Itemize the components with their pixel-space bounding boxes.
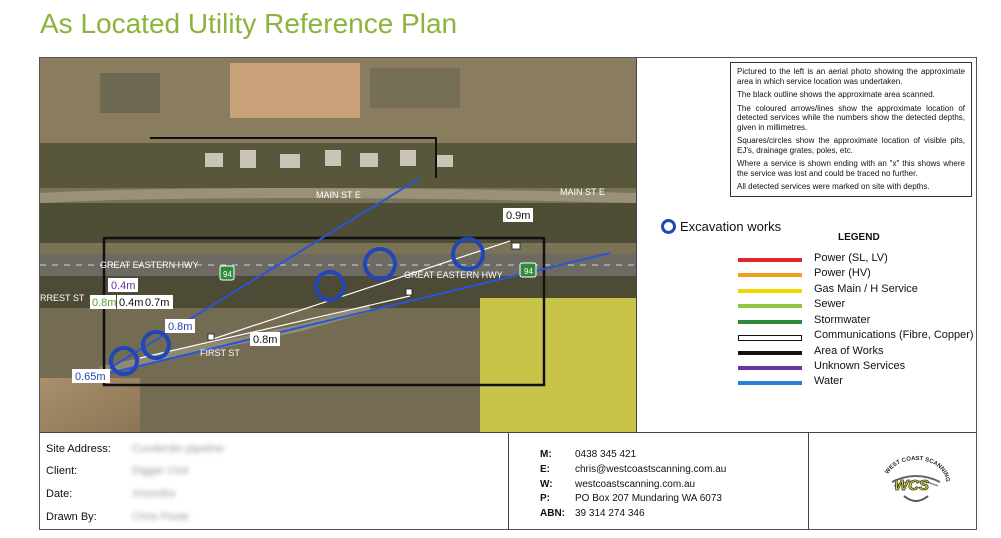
legend-label: Area of Works	[814, 345, 884, 357]
client-label: Client:	[46, 465, 78, 477]
legend-item-power-hv: Power (HV)	[738, 267, 871, 279]
logo-text: WCS	[894, 477, 929, 494]
mobile-label: M:	[540, 449, 552, 460]
date-value: Xmonths	[132, 488, 176, 500]
legend-swatch	[738, 381, 802, 385]
abn-label: ABN:	[540, 508, 565, 519]
street-label-main-st-1: MAIN ST E	[316, 190, 361, 200]
excavation-legend: Excavation works	[661, 219, 781, 234]
divider	[808, 433, 809, 530]
postal-value: PO Box 207 Mundaring WA 6073	[575, 493, 722, 504]
site-address-label: Site Address:	[46, 443, 111, 455]
depth-label-0.8-blue: 0.8m	[165, 319, 195, 333]
abn-value: 39 314 274 346	[575, 508, 645, 519]
web-value[interactable]: westcoastscanning.com.au	[575, 479, 695, 490]
legend-label: Sewer	[814, 298, 846, 310]
street-label-first-st: FIRST ST	[200, 348, 240, 358]
legend-item-unknown: Unknown Services	[738, 360, 905, 372]
legend-swatch	[738, 273, 802, 277]
svg-text:0.4m: 0.4m	[119, 297, 143, 309]
note-5: Where a service is shown ending with an …	[737, 159, 965, 178]
depth-label-0.65: 0.65m	[72, 369, 110, 383]
legend-swatch	[738, 351, 802, 355]
note-4: Squares/circles show the approximate loc…	[737, 136, 965, 155]
note-3: The coloured arrows/lines show the appro…	[737, 103, 965, 132]
depth-label-0.4-purple: 0.4m	[108, 278, 138, 292]
legend-label: Unknown Services	[814, 360, 906, 372]
legend-item-communications: Communications (Fibre, Copper)	[738, 329, 974, 341]
email-value[interactable]: chris@westcoastscanning.com.au	[575, 464, 726, 475]
street-label-great-eastern-2: GREAT EASTERN HWY	[404, 270, 503, 280]
canola-field	[480, 298, 636, 432]
depth-label-0.7: 0.7m	[143, 295, 173, 309]
svg-text:94: 94	[223, 270, 232, 279]
depth-label-0.8-green: 0.8m	[90, 295, 116, 309]
client-value: Digger Civil	[132, 465, 189, 477]
street-label-main-st-2: MAIN ST E	[560, 187, 605, 197]
legend-label: Gas Main / H Service	[814, 283, 918, 295]
legend-swatch	[738, 289, 802, 293]
legend-swatch	[738, 304, 802, 308]
legend-swatch	[738, 335, 802, 341]
email-label: E:	[540, 464, 550, 475]
legend-swatch	[738, 320, 802, 324]
mobile-value[interactable]: 0438 345 421	[575, 449, 636, 460]
depth-label-0.9: 0.9m	[503, 208, 533, 222]
legend-label: Power (HV)	[814, 267, 871, 279]
legend-item-gas: Gas Main / H Service	[738, 283, 918, 295]
legend-swatch	[738, 366, 802, 370]
page-title: As Located Utility Reference Plan	[40, 8, 458, 39]
legend-item-area-of-works: Area of Works	[738, 345, 884, 357]
legend-title: LEGEND	[838, 232, 880, 243]
excavation-circle-icon	[661, 219, 676, 234]
svg-text:0.8m: 0.8m	[168, 321, 192, 333]
wcs-logo: WEST COAST SCANNING WCS	[876, 452, 956, 514]
legend-item-sewer: Sewer	[738, 298, 845, 310]
bare-paddock	[230, 63, 360, 118]
legend-label: Water	[814, 375, 843, 387]
street-label-forrest-st: RREST ST	[40, 293, 85, 303]
info-block: Site Address: Cunderdin pipeline Client:…	[40, 432, 976, 530]
drawn-by-label: Drawn By:	[46, 511, 97, 523]
legend-swatch	[738, 258, 802, 262]
legend-label: Stormwater	[814, 314, 871, 326]
depth-label-0.8: 0.8m	[250, 332, 280, 346]
web-label: W:	[540, 479, 553, 490]
divider	[508, 433, 509, 530]
site-address-value: Cunderdin pipeline	[132, 443, 224, 455]
legend-label: Power (SL, LV)	[814, 252, 888, 264]
route-shield-1: 94	[219, 265, 235, 281]
svg-text:0.65m: 0.65m	[75, 371, 106, 383]
depth-label-0.4: 0.4m	[117, 295, 143, 309]
note-6: All detected services were marked on sit…	[737, 182, 930, 191]
street-label-great-eastern-1: GREAT EASTERN HWY	[100, 260, 199, 270]
date-label: Date:	[46, 488, 73, 500]
legend-item-stormwater: Stormwater	[738, 314, 870, 326]
route-shield-2: 94	[519, 262, 537, 278]
svg-text:0.7m: 0.7m	[145, 297, 169, 309]
svg-text:0.9m: 0.9m	[506, 210, 530, 222]
note-1: Pictured to the left is an aerial photo …	[737, 67, 965, 86]
note-2: The black outline shows the approximate …	[737, 90, 935, 99]
svg-text:94: 94	[524, 267, 533, 276]
svg-text:0.8m: 0.8m	[253, 334, 277, 346]
legend-item-water: Water	[738, 375, 843, 387]
aerial-map[interactable]: MAIN ST E MAIN ST E GREAT EASTERN HWY GR…	[40, 58, 636, 432]
svg-text:0.8m: 0.8m	[92, 297, 116, 309]
excavation-label: Excavation works	[680, 219, 782, 234]
legend-item-power-sl-lv: Power (SL, LV)	[738, 252, 888, 264]
legend-label: Communications (Fibre, Copper)	[814, 329, 974, 341]
postal-label: P:	[540, 493, 550, 504]
notes-box: Pictured to the left is an aerial photo …	[730, 62, 972, 197]
svg-text:0.4m: 0.4m	[111, 280, 135, 292]
drawn-by-value: Chris Poole	[132, 511, 189, 523]
